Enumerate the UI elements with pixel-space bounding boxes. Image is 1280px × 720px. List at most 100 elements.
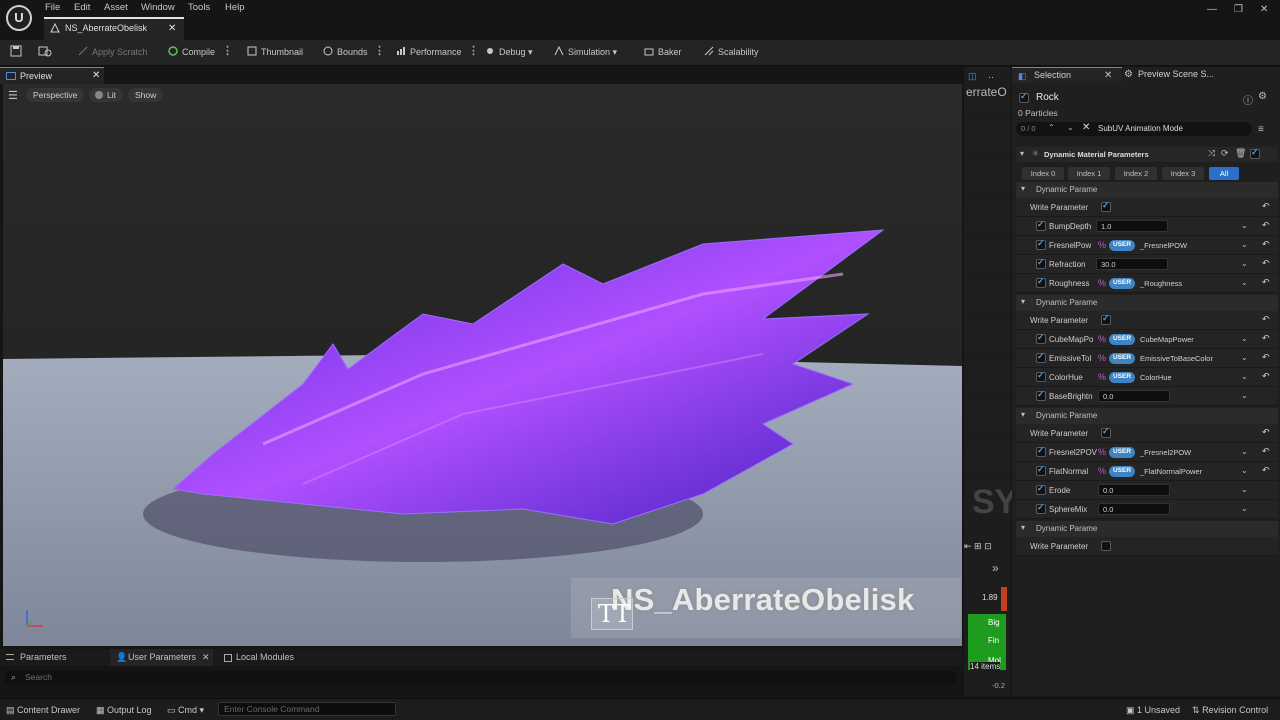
param-value-input[interactable]: 1.0: [1096, 220, 1168, 232]
index-2-button[interactable]: Index 2: [1115, 167, 1157, 180]
param-ref[interactable]: EmissiveToBaseColor: [1140, 354, 1213, 363]
viewport-menu-icon[interactable]: ☰: [8, 89, 18, 102]
param-enabled-checkbox[interactable]: [1036, 351, 1046, 363]
param-value-input[interactable]: 0.0: [1098, 484, 1170, 496]
param-enabled-checkbox[interactable]: [1036, 389, 1046, 401]
tab-preview[interactable]: Preview ✕: [0, 67, 104, 84]
graph-tab-icon[interactable]: ◫: [968, 71, 977, 82]
text-tool-icon[interactable]: TT: [591, 598, 633, 630]
group-4-collapse-icon[interactable]: ▾: [1021, 523, 1025, 532]
emitter-enabled-checkbox[interactable]: [1019, 91, 1029, 103]
clear-search-icon[interactable]: ✕: [1082, 122, 1090, 133]
scalability-button[interactable]: Scalability: [704, 46, 759, 57]
index-3-button[interactable]: Index 3: [1162, 167, 1204, 180]
expand-icon[interactable]: »: [992, 561, 999, 575]
shuffle-icon[interactable]: ⤨: [1208, 148, 1215, 159]
dropdown-arrow-icon[interactable]: ⌄: [1241, 240, 1248, 249]
param-value-input[interactable]: 30.0: [1096, 258, 1168, 270]
dropdown-arrow-icon[interactable]: ⌄: [1241, 221, 1248, 230]
dropdown-arrow-icon[interactable]: ⌄: [1241, 334, 1248, 343]
reset-icon[interactable]: ↶: [1262, 201, 1270, 212]
param-ref[interactable]: ColorHue: [1140, 373, 1172, 382]
tab-selection[interactable]: ◧ Selection ✕: [1012, 67, 1122, 83]
debug-button[interactable]: Debug ▾: [485, 46, 533, 58]
compile-button[interactable]: Compile: [168, 46, 215, 57]
module-enabled-checkbox[interactable]: [1250, 147, 1260, 159]
param-ref[interactable]: _FlatNormalPower: [1140, 467, 1202, 476]
close-tab-icon[interactable]: ✕: [168, 23, 176, 34]
reset-icon[interactable]: ↶: [1262, 446, 1270, 457]
details-search-input[interactable]: 0 / 0 ⌃ ⌄ ✕ SubUV Animation Mode: [1016, 122, 1252, 136]
dynamic-material-section[interactable]: ▾ ✳ Dynamic Material Parameters ⤨ ⟳ 🗑: [1016, 147, 1278, 162]
tab-parameters[interactable]: Parameters: [0, 649, 73, 666]
dropdown-arrow-icon[interactable]: ⌄: [1241, 447, 1248, 456]
dropdown-arrow-icon[interactable]: ⌄: [1241, 278, 1248, 287]
write-parameter-checkbox[interactable]: [1101, 313, 1111, 325]
graph-canvas[interactable]: [964, 101, 1011, 521]
write-parameter-checkbox[interactable]: [1101, 426, 1111, 438]
param-enabled-checkbox[interactable]: [1036, 502, 1046, 514]
reset-icon[interactable]: ↶: [1262, 277, 1270, 288]
param-enabled-checkbox[interactable]: [1036, 464, 1046, 476]
dropdown-arrow-icon[interactable]: ⌄: [1241, 353, 1248, 362]
show-button[interactable]: Show: [128, 88, 164, 102]
reset-icon[interactable]: ↶: [1262, 258, 1270, 269]
thumbnail-button[interactable]: Thumbnail: [247, 46, 303, 57]
menu-help[interactable]: Help: [225, 2, 245, 13]
reset-icon[interactable]: ↶: [1262, 465, 1270, 476]
dropdown-arrow-icon[interactable]: ⌄: [1241, 504, 1248, 513]
param-ref[interactable]: _Fresnel2POW: [1140, 448, 1191, 457]
dropdown-arrow-icon[interactable]: ⌄: [1241, 259, 1248, 268]
info-icon[interactable]: ⓘ: [1243, 92, 1253, 107]
param-enabled-checkbox[interactable]: [1036, 276, 1046, 288]
prev-match-icon[interactable]: ⌃: [1048, 123, 1055, 132]
menu-file[interactable]: File: [45, 2, 60, 13]
tab-preview-scene[interactable]: ⚙ Preview Scene S...: [1124, 67, 1274, 83]
param-value-input[interactable]: 0.0: [1098, 390, 1170, 402]
next-match-icon[interactable]: ⌄: [1067, 123, 1074, 132]
tab-user-parameters[interactable]: 👤 User Parameters ✕: [110, 649, 213, 666]
asset-tab[interactable]: NS_AberrateObelisk ✕: [44, 17, 184, 40]
write-parameter-checkbox[interactable]: [1101, 200, 1111, 212]
group-2-header[interactable]: ▾ Dynamic Parame: [1016, 295, 1278, 311]
cmd-button[interactable]: ▭ Cmd ▾: [167, 705, 204, 716]
apply-scratch-button[interactable]: Apply Scratch: [78, 46, 148, 57]
dropdown-arrow-icon[interactable]: ⌄: [1241, 372, 1248, 381]
dropdown-arrow-icon[interactable]: ⌄: [1241, 466, 1248, 475]
menu-window[interactable]: Window: [141, 2, 175, 13]
preview-viewport[interactable]: ☰ Perspective Lit Show NS_AberrateObelis…: [3, 84, 962, 646]
browse-icon[interactable]: [38, 45, 52, 59]
param-ref[interactable]: _Roughness: [1140, 279, 1182, 288]
console-input[interactable]: Enter Console Command: [218, 702, 396, 716]
write-parameter-checkbox[interactable]: [1101, 541, 1111, 551]
unreal-logo-icon[interactable]: U: [6, 5, 32, 31]
reset-icon[interactable]: ↶: [1262, 371, 1270, 382]
reset-icon[interactable]: ↶: [1262, 314, 1270, 325]
index-all-button[interactable]: All: [1209, 167, 1239, 180]
group-3-header[interactable]: ▾ Dynamic Parame: [1016, 408, 1278, 424]
close-preview-icon[interactable]: ✕: [92, 70, 100, 81]
save-icon[interactable]: [10, 45, 22, 59]
close-selection-icon[interactable]: ✕: [1104, 70, 1112, 81]
param-enabled-checkbox[interactable]: [1036, 445, 1046, 457]
perspective-button[interactable]: Perspective: [26, 88, 85, 102]
tab-local-modules[interactable]: Local Modules: [218, 649, 300, 666]
index-1-button[interactable]: Index 1: [1068, 167, 1110, 180]
param-enabled-checkbox[interactable]: [1036, 370, 1046, 382]
param-value-input[interactable]: 0.0: [1098, 503, 1170, 515]
filter-icon[interactable]: ≡: [1258, 124, 1264, 135]
menu-asset[interactable]: Asset: [104, 2, 128, 13]
reset-icon[interactable]: ↶: [1262, 352, 1270, 363]
bounds-button[interactable]: Bounds: [323, 46, 368, 57]
lit-button[interactable]: Lit: [89, 88, 123, 102]
param-ref[interactable]: CubeMapPower: [1140, 335, 1194, 344]
output-log-button[interactable]: ▦ Output Log: [96, 705, 152, 716]
group-4-header[interactable]: ▾ Dynamic Parame: [1016, 521, 1278, 537]
delete-icon[interactable]: 🗑: [1235, 148, 1246, 159]
reset-icon[interactable]: ↶: [1262, 239, 1270, 250]
dropdown-arrow-icon[interactable]: ⌄: [1241, 485, 1248, 494]
index-0-button[interactable]: Index 0: [1022, 167, 1064, 180]
reset-icon[interactable]: ↶: [1262, 220, 1270, 231]
performance-options-icon[interactable]: ⋮: [468, 44, 479, 57]
param-enabled-checkbox[interactable]: [1036, 257, 1046, 269]
